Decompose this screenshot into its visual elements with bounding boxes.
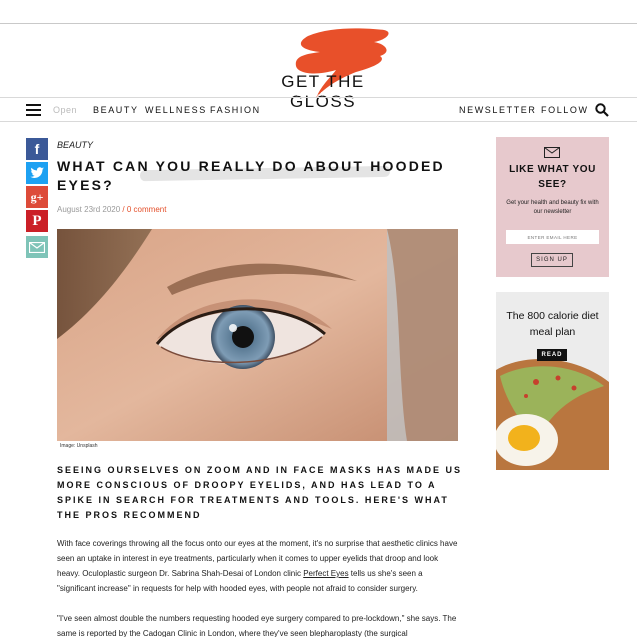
article-paragraph-2: "I've seen almost double the numbers req… (57, 611, 459, 637)
site-logo[interactable]: GET THE GLOSS EXPERT HEALTH AND BEAUTY (236, 26, 404, 111)
twitter-share-icon[interactable] (26, 162, 48, 184)
email-field[interactable] (506, 230, 599, 244)
nav-item-fashion[interactable]: FASHION (210, 105, 261, 115)
top-divider (0, 23, 637, 24)
main-nav: Open BEAUTY WELLNESS FASHION NEWSLETTER … (0, 97, 637, 122)
article-category[interactable]: BEAUTY (57, 140, 93, 150)
pinterest-share-icon[interactable]: P (26, 210, 48, 232)
hero-image (57, 229, 458, 441)
google-plus-share-icon[interactable]: g+ (26, 186, 48, 208)
nav-newsletter-link[interactable]: NEWSLETTER (459, 105, 537, 115)
menu-open-label[interactable]: Open (53, 105, 77, 115)
article-date: August 23rd 2020 (57, 205, 121, 214)
article-meta: August 23rd 2020 / 0 comment (57, 205, 166, 214)
read-button[interactable]: READ (537, 349, 567, 361)
article-title: WHAT CAN YOU REALLY DO ABOUT HOODED EYES… (57, 158, 445, 193)
nav-follow-link[interactable]: FOLLOW (541, 105, 589, 115)
paragraph-2-text-b: in London, where they've seen blepharopl… (197, 629, 408, 637)
menu-icon[interactable] (26, 104, 41, 116)
cadogan-clinic-link[interactable]: Cadogan Clinic (143, 629, 197, 637)
nav-item-wellness[interactable]: WELLNESS (145, 105, 207, 115)
meal-plan-ad[interactable]: The 800 calorie diet meal plan READ (496, 292, 609, 470)
email-share-icon[interactable] (26, 236, 48, 258)
meta-separator: / (122, 205, 125, 214)
nav-item-beauty[interactable]: BEAUTY (93, 105, 139, 115)
sign-up-button[interactable]: SIGN UP (531, 253, 573, 267)
promo-text: Get your health and beauty fix with our … (506, 200, 599, 215)
search-icon[interactable] (595, 103, 609, 117)
article-paragraph-1: With face coverings throwing all the foc… (57, 536, 459, 596)
envelope-icon (544, 147, 560, 158)
comment-count-link[interactable]: 0 comment (127, 205, 167, 214)
image-caption: Image: Unsplash (60, 443, 98, 449)
promo-title: LIKE WHAT YOU SEE? (509, 164, 596, 190)
facebook-share-icon[interactable]: f (26, 138, 48, 160)
article-standfirst: SEEING OURSELVES ON ZOOM AND IN FACE MAS… (57, 465, 463, 520)
perfect-eyes-link[interactable]: Perfect Eyes (303, 569, 348, 578)
newsletter-promo: LIKE WHAT YOU SEE? Get your health and b… (496, 137, 609, 277)
ad-title: The 800 calorie diet meal plan (506, 310, 599, 338)
